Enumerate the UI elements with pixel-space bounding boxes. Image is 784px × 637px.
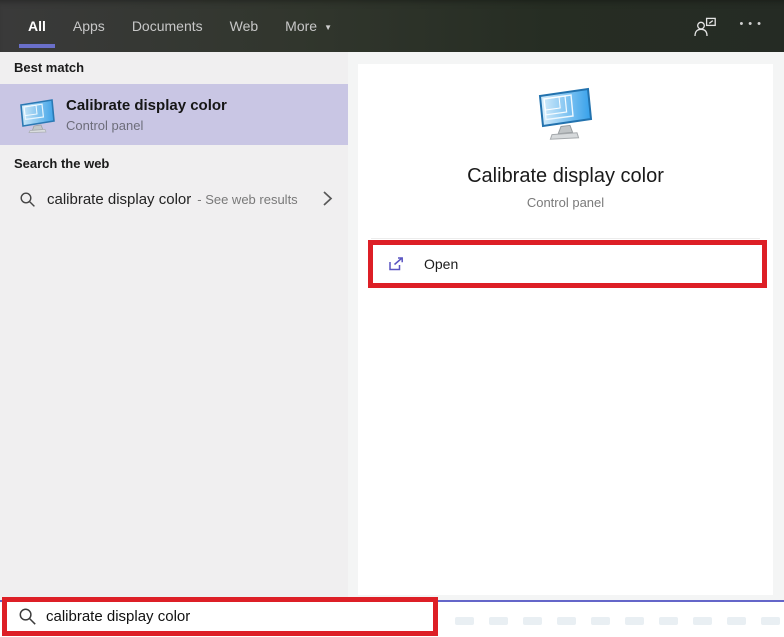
taskbar-ghost — [591, 617, 610, 625]
preview-card: Calibrate display color Control panel — [358, 64, 773, 595]
divider — [371, 238, 760, 239]
preview-title: Calibrate display color — [467, 165, 664, 187]
windows-search-flyout: All Apps Documents Web More ▼ ••• Best m… — [0, 0, 784, 637]
web-suggestion[interactable]: calibrate display color - See web result… — [0, 180, 348, 218]
sign-in-options-icon[interactable] — [693, 16, 717, 37]
display-calibration-icon — [358, 86, 773, 146]
chevron-right-icon[interactable] — [322, 190, 333, 207]
search-filter-bar: All Apps Documents Web More ▼ ••• — [0, 0, 784, 52]
taskbar-reflection — [455, 617, 780, 625]
annotation-open-box: Open — [368, 240, 767, 288]
best-match-text: Calibrate display color Control panel — [66, 97, 227, 133]
web-suffix: - See web results — [197, 191, 298, 207]
best-match-header: Best match — [14, 60, 85, 75]
tab-all[interactable]: All — [19, 0, 55, 52]
taskbar-ghost — [693, 617, 712, 625]
topbar-icons: ••• — [693, 0, 766, 52]
taskbar-ghost — [489, 617, 508, 625]
annotation-search-box — [2, 597, 438, 636]
taskbar-ghost — [659, 617, 678, 625]
search-web-header: Search the web — [14, 156, 110, 171]
tab-more-label: More — [285, 18, 318, 34]
search-icon — [18, 607, 37, 626]
taskbar-ghost — [557, 617, 576, 625]
taskbar-ghost — [625, 617, 644, 625]
taskbar-ghost — [523, 617, 542, 625]
taskbar-ghost — [455, 617, 474, 625]
tab-web[interactable]: Web — [230, 0, 259, 52]
chevron-down-icon: ▼ — [324, 22, 332, 32]
tab-more[interactable]: More ▼ — [285, 0, 332, 52]
tab-apps[interactable]: Apps — [73, 0, 105, 52]
tab-documents[interactable]: Documents — [132, 0, 203, 52]
web-query: calibrate display color — [47, 190, 192, 208]
preview-panel: Calibrate display color Control panel — [348, 52, 784, 600]
ellipsis-icon[interactable]: ••• — [739, 18, 766, 30]
filter-tabs: All Apps Documents Web More ▼ — [19, 0, 332, 52]
taskbar-ghost — [727, 617, 746, 625]
taskbar-ghost — [761, 617, 780, 625]
preview-subtitle: Control panel — [526, 195, 605, 210]
display-calibration-icon — [18, 97, 58, 133]
search-icon — [19, 191, 36, 208]
best-match-title: Calibrate display color — [66, 96, 227, 114]
best-match-subtitle: Control panel — [66, 117, 144, 133]
results-panel: Best match Calibrate display color Contr… — [0, 52, 348, 600]
best-match-result[interactable]: Calibrate display color Control panel — [0, 84, 348, 145]
open-button[interactable]: Open — [373, 245, 762, 283]
open-label: Open — [424, 256, 459, 272]
search-input[interactable] — [46, 608, 376, 625]
open-external-icon — [387, 256, 405, 272]
